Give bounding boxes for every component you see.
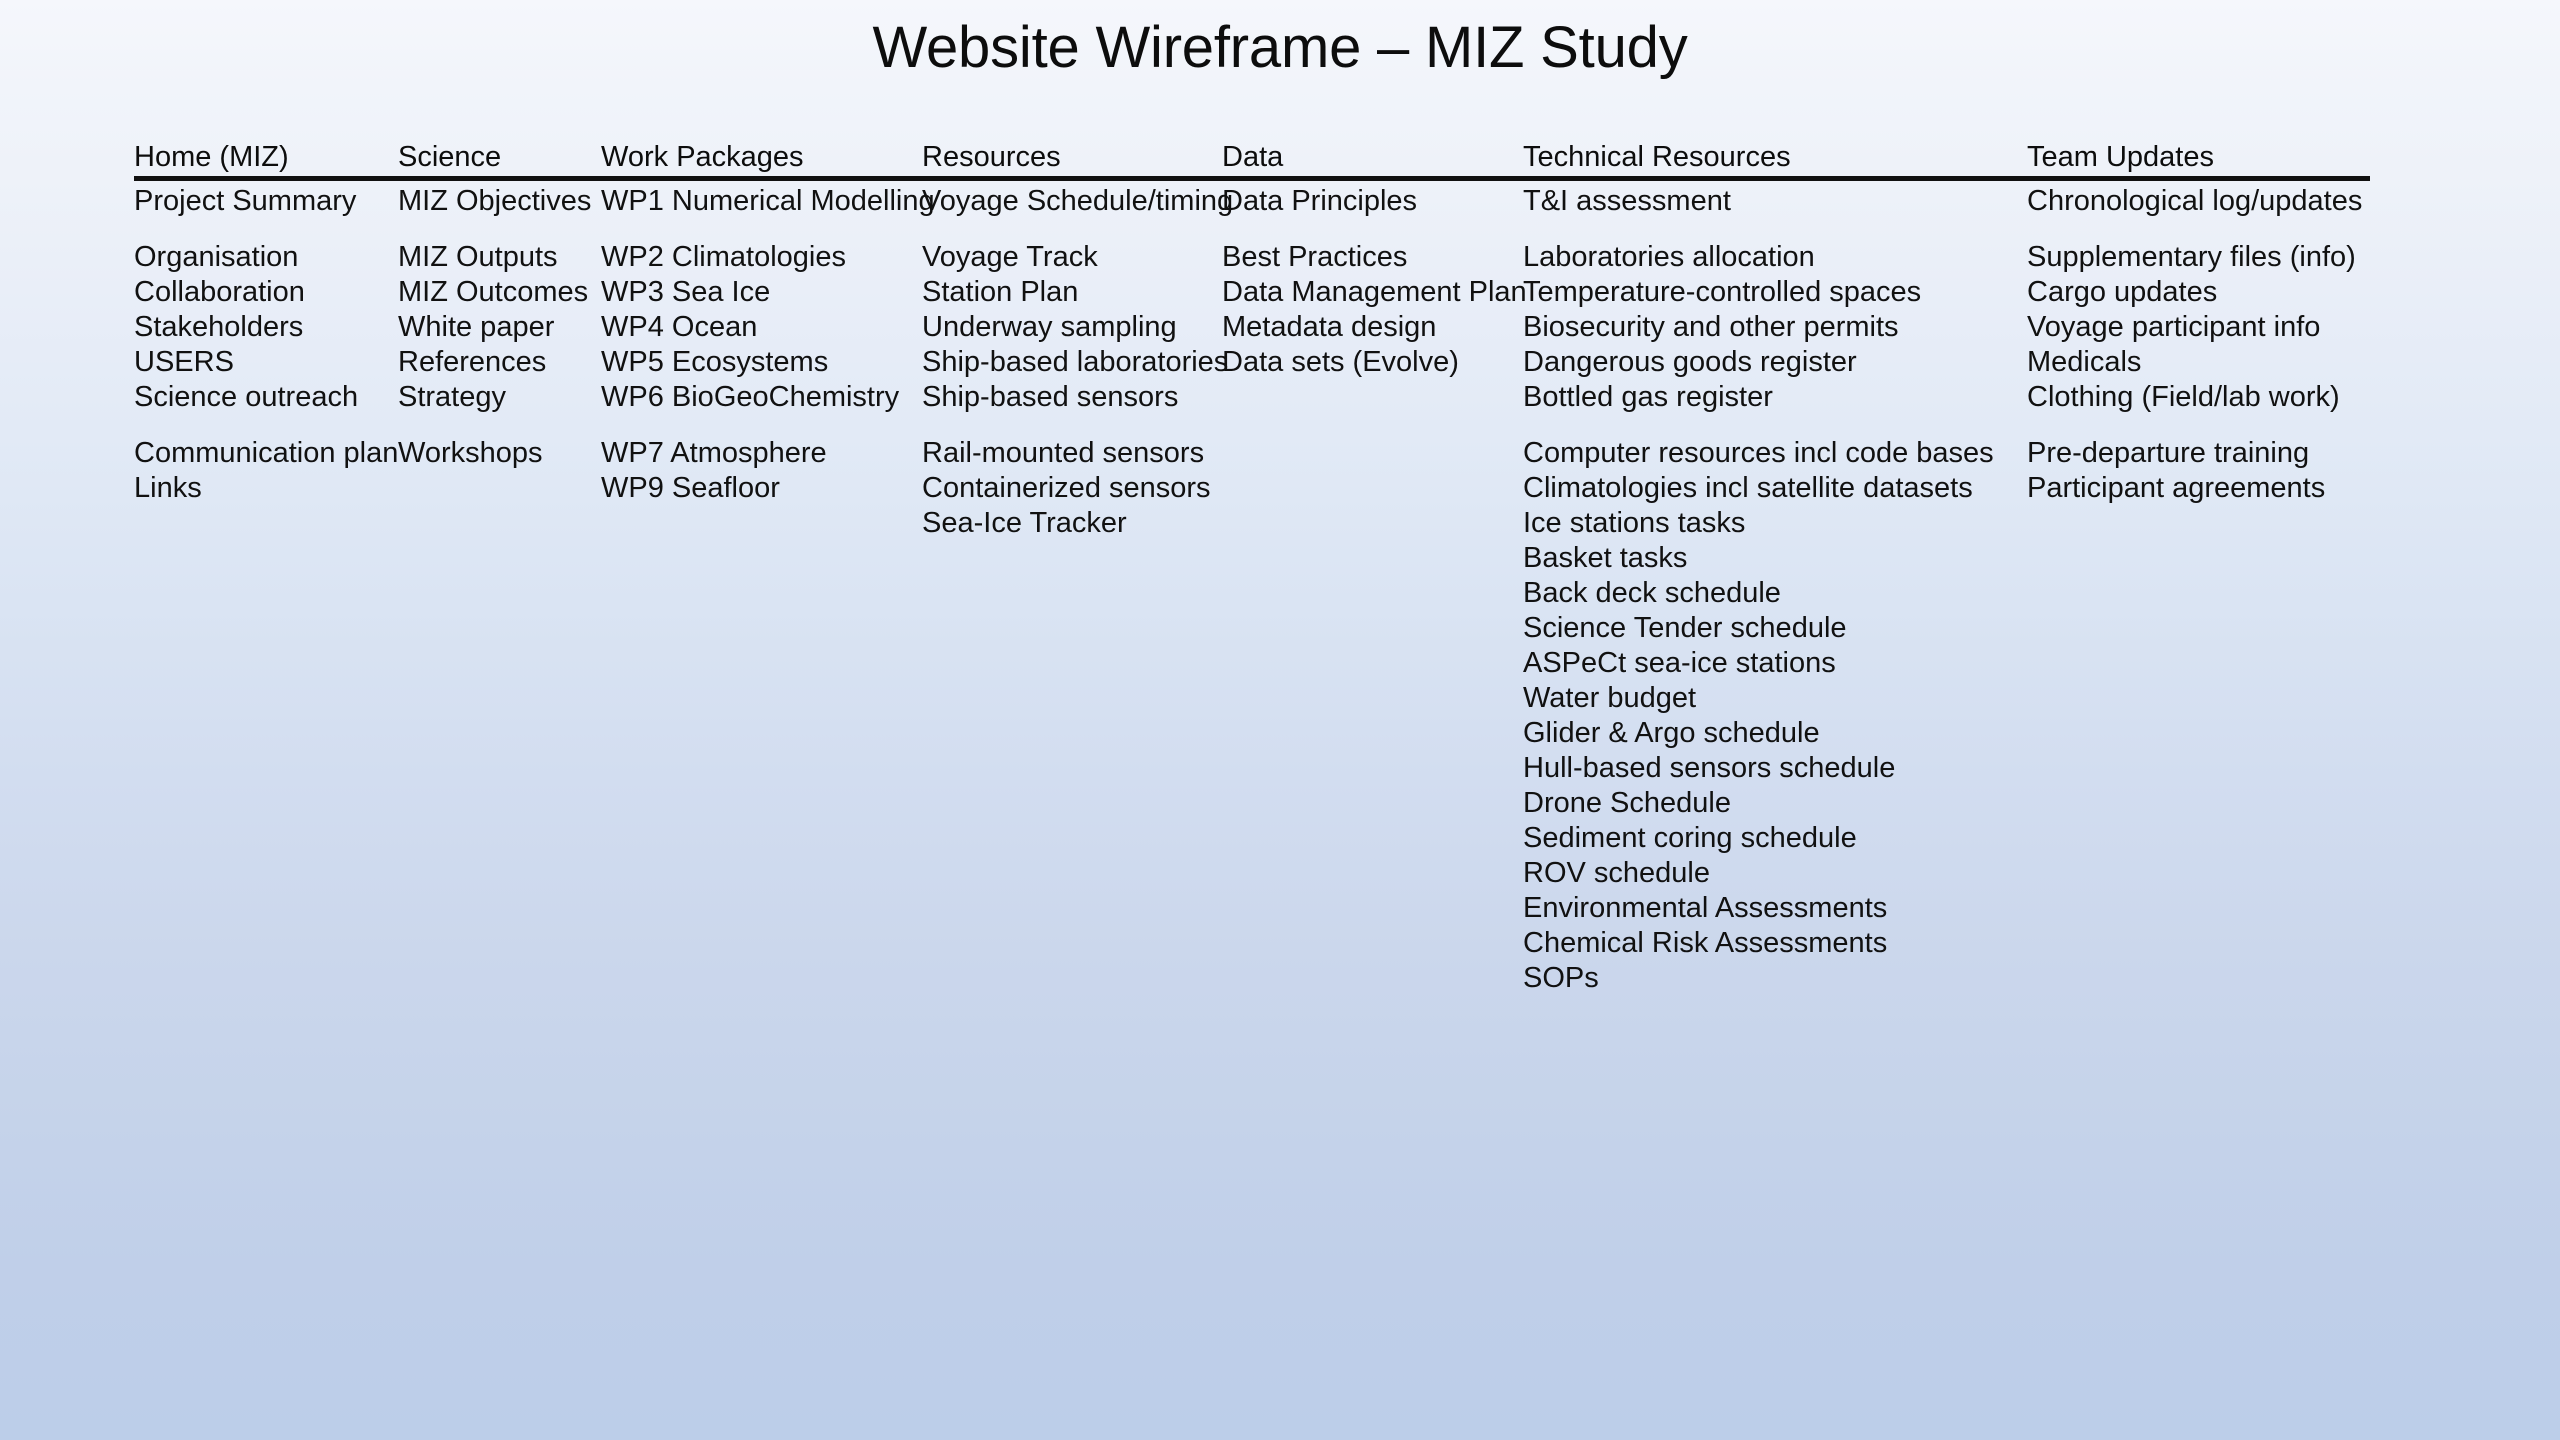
nav-item-miz-objectives[interactable]: MIZ Objectives xyxy=(398,184,598,219)
nav-item-miz-outputs[interactable]: MIZ Outputs xyxy=(398,240,598,275)
column-technical-resources: T&I assessment Laboratories allocation Tem… xyxy=(1523,184,2003,996)
nav-item-voyage-track[interactable]: Voyage Track xyxy=(922,240,1232,275)
link-group: Computer resources incl code bases Climat… xyxy=(1523,436,2003,996)
nav-item-miz-outcomes[interactable]: MIZ Outcomes xyxy=(398,275,598,310)
nav-item-cargo-updates[interactable]: Cargo updates xyxy=(2027,275,2370,310)
slide-canvas: Website Wireframe – MIZ Study Home (MIZ)… xyxy=(0,0,2560,1440)
nav-item-wp6-biogeochemistry[interactable]: WP6 BioGeoChemistry xyxy=(601,380,921,415)
columns-container: Project Summary Organisation Collaboration… xyxy=(134,184,2370,1384)
link-group: WP7 Atmosphere WP9 Seafloor xyxy=(601,436,921,506)
nav-item-basket-tasks[interactable]: Basket tasks xyxy=(1523,541,2003,576)
nav-item-voyage-schedule-timing[interactable]: Voyage Schedule/timing xyxy=(922,184,1233,219)
nav-item-project-summary[interactable]: Project Summary xyxy=(134,184,386,219)
nav-item-workshops[interactable]: Workshops xyxy=(398,436,598,471)
nav-item-strategy[interactable]: Strategy xyxy=(398,380,598,415)
link-group: Communication plan Links xyxy=(134,436,398,506)
link-group: Chronological log/updates xyxy=(2027,184,2370,219)
nav-item-wp3-sea-ice[interactable]: WP3 Sea Ice xyxy=(601,275,921,310)
link-group: Laboratories allocation Temperature-contr… xyxy=(1523,240,2003,415)
column-header-work-packages: Work Packages xyxy=(601,141,804,173)
column-header-resources: Resources xyxy=(922,141,1061,173)
wireframe-table: Home (MIZ) Science Work Packages Resourc… xyxy=(134,140,2370,994)
nav-item-drone-schedule[interactable]: Drone Schedule xyxy=(1523,786,2003,821)
column-header-home: Home (MIZ) xyxy=(134,141,289,173)
nav-item-medicals[interactable]: Medicals xyxy=(2027,345,2370,380)
nav-item-wp5-ecosystems[interactable]: WP5 Ecosystems xyxy=(601,345,921,380)
link-group: MIZ Outputs MIZ Outcomes White paper Refere… xyxy=(398,240,598,415)
column-team-updates: Chronological log/updates Supplementary f… xyxy=(2027,184,2370,506)
nav-item-clothing-field-lab-work[interactable]: Clothing (Field/lab work) xyxy=(2027,380,2370,415)
nav-item-climatologies-incl-satellite-datasets[interactable]: Climatologies incl satellite datasets xyxy=(1523,471,2003,506)
nav-item-wp4-ocean[interactable]: WP4 Ocean xyxy=(601,310,921,345)
nav-item-science-tender-schedule[interactable]: Science Tender schedule xyxy=(1523,611,2003,646)
nav-item-wp9-seafloor[interactable]: WP9 Seafloor xyxy=(601,471,921,506)
page-title: Website Wireframe – MIZ Study xyxy=(872,15,1688,80)
link-group: MIZ Objectives xyxy=(398,184,598,219)
link-group: Rail-mounted sensors Containerized sensor… xyxy=(922,436,1232,541)
link-group: WP2 Climatologies WP3 Sea Ice WP4 Ocean WP5… xyxy=(601,240,921,415)
column-science: MIZ Objectives MIZ Outputs MIZ Outcomes Whi… xyxy=(398,184,598,471)
nav-item-users[interactable]: USERS xyxy=(134,345,386,380)
link-group: WP1 Numerical Modelling xyxy=(601,184,935,219)
nav-item-voyage-participant-info[interactable]: Voyage participant info xyxy=(2027,310,2370,345)
nav-item-rov-schedule[interactable]: ROV schedule xyxy=(1523,856,2003,891)
nav-item-organisation[interactable]: Organisation xyxy=(134,240,386,275)
nav-item-hull-based-sensors-schedule[interactable]: Hull-based sensors schedule xyxy=(1523,751,2003,786)
column-header-team-updates: Team Updates xyxy=(2027,141,2214,173)
nav-item-participant-agreements[interactable]: Participant agreements xyxy=(2027,471,2370,506)
nav-item-communication-plan[interactable]: Communication plan xyxy=(134,436,398,471)
nav-item-white-paper[interactable]: White paper xyxy=(398,310,598,345)
link-group: Organisation Collaboration Stakeholders USE… xyxy=(134,240,386,415)
column-home-miz: Project Summary Organisation Collaboration… xyxy=(134,184,398,506)
column-resources: Voyage Schedule/timing Voyage Track Statio… xyxy=(922,184,1233,541)
nav-item-ice-stations-tasks[interactable]: Ice stations tasks xyxy=(1523,506,2003,541)
nav-item-sops[interactable]: SOPs xyxy=(1523,961,2003,996)
nav-item-wp2-climatologies[interactable]: WP2 Climatologies xyxy=(601,240,921,275)
column-work-packages: WP1 Numerical Modelling WP2 Climatologies… xyxy=(601,184,935,506)
nav-item-back-deck-schedule[interactable]: Back deck schedule xyxy=(1523,576,2003,611)
nav-item-wp1-numerical-modelling[interactable]: WP1 Numerical Modelling xyxy=(601,184,935,219)
nav-item-chronological-log-updates[interactable]: Chronological log/updates xyxy=(2027,184,2370,219)
column-header-technical-resources: Technical Resources xyxy=(1523,141,1791,173)
nav-item-rail-mounted-sensors[interactable]: Rail-mounted sensors xyxy=(922,436,1232,471)
nav-item-glider-argo-schedule[interactable]: Glider & Argo schedule xyxy=(1523,716,2003,751)
link-group: Project Summary xyxy=(134,184,386,219)
nav-item-ship-based-laboratories[interactable]: Ship-based laboratories xyxy=(922,345,1232,380)
nav-item-science-outreach[interactable]: Science outreach xyxy=(134,380,386,415)
nav-item-sediment-coring-schedule[interactable]: Sediment coring schedule xyxy=(1523,821,2003,856)
link-group: Supplementary files (info) Cargo updates V… xyxy=(2027,240,2370,415)
nav-item-chemical-risk-assessments[interactable]: Chemical Risk Assessments xyxy=(1523,926,2003,961)
link-group: T&I assessment xyxy=(1523,184,2003,219)
nav-item-environmental-assessments[interactable]: Environmental Assessments xyxy=(1523,891,2003,926)
nav-item-pre-departure-training[interactable]: Pre-departure training xyxy=(2027,436,2370,471)
link-group: Voyage Schedule/timing xyxy=(922,184,1233,219)
nav-item-dangerous-goods-register[interactable]: Dangerous goods register xyxy=(1523,345,2003,380)
nav-item-water-budget[interactable]: Water budget xyxy=(1523,681,2003,716)
link-group: Workshops xyxy=(398,436,598,471)
nav-item-wp7-atmosphere[interactable]: WP7 Atmosphere xyxy=(601,436,921,471)
nav-item-collaboration[interactable]: Collaboration xyxy=(134,275,386,310)
column-header-science: Science xyxy=(398,141,502,173)
nav-item-temperature-controlled-spaces[interactable]: Temperature-controlled spaces xyxy=(1523,275,2003,310)
nav-item-computer-resources-incl-code-bases[interactable]: Computer resources incl code bases xyxy=(1523,436,2003,471)
column-header-row: Home (MIZ) Science Work Packages Resourc… xyxy=(134,140,2370,184)
link-group: Voyage Track Station Plan Underway samplin… xyxy=(922,240,1232,415)
link-group: Pre-departure training Participant agreem… xyxy=(2027,436,2370,506)
nav-item-station-plan[interactable]: Station Plan xyxy=(922,275,1232,310)
nav-item-ship-based-sensors[interactable]: Ship-based sensors xyxy=(922,380,1232,415)
header-divider-rule xyxy=(134,176,2370,181)
nav-item-bottled-gas-register[interactable]: Bottled gas register xyxy=(1523,380,2003,415)
nav-item-t-i-assessment[interactable]: T&I assessment xyxy=(1523,184,2003,219)
nav-item-containerized-sensors[interactable]: Containerized sensors xyxy=(922,471,1232,506)
nav-item-biosecurity-and-other-permits[interactable]: Biosecurity and other permits xyxy=(1523,310,2003,345)
nav-item-links[interactable]: Links xyxy=(134,471,386,506)
nav-item-sea-ice-tracker[interactable]: Sea-Ice Tracker xyxy=(922,506,1232,541)
nav-item-laboratories-allocation[interactable]: Laboratories allocation xyxy=(1523,240,2003,275)
nav-item-aspect-sea-ice-stations[interactable]: ASPeCt sea-ice stations xyxy=(1523,646,2003,681)
nav-item-supplementary-files-info[interactable]: Supplementary files (info) xyxy=(2027,240,2370,275)
nav-item-references[interactable]: References xyxy=(398,345,598,380)
nav-item-underway-sampling[interactable]: Underway sampling xyxy=(922,310,1232,345)
nav-item-stakeholders[interactable]: Stakeholders xyxy=(134,310,386,345)
